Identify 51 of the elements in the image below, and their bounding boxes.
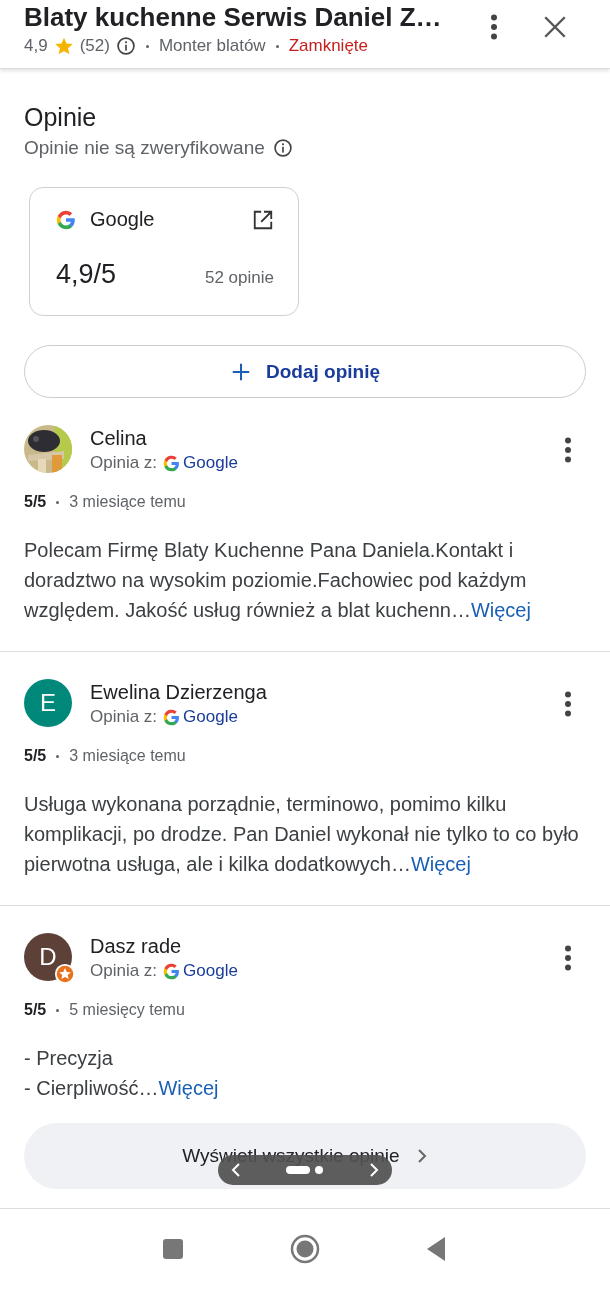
more-options-icon[interactable] — [490, 14, 498, 40]
more-link[interactable]: Więcej — [470, 599, 531, 621]
source-label: Opinia z: — [90, 707, 158, 727]
category-label: Monter blatów — [158, 35, 266, 57]
google-logo-icon — [56, 209, 76, 230]
review-text: Usługa wykonana porządnie, terminowo, pomimo kilku komplikacji, po drodze. Pan Daniel wykonał nie tylko to co było pierwotna usługa, ale i kilka dodatkowych…Więcej — [24, 792, 580, 877]
source-name: Google — [90, 208, 156, 231]
source-link[interactable]: Google — [183, 707, 238, 727]
review-count: 52 opinie — [205, 268, 274, 288]
avatar[interactable]: E — [24, 679, 72, 727]
external-link-icon[interactable] — [252, 208, 274, 231]
close-icon[interactable] — [542, 14, 568, 40]
star-icon — [53, 36, 74, 56]
google-logo-icon — [163, 708, 181, 726]
reviewer-name[interactable]: Ewelina Dzierzenga — [90, 679, 546, 705]
source-link[interactable]: Google — [183, 961, 238, 981]
home-icon[interactable] — [289, 1233, 321, 1265]
source-link[interactable]: Google — [183, 453, 238, 473]
chevron-right-icon — [415, 1148, 428, 1164]
place-title: Blaty kuchenne Serwis Daniel Z… — [24, 1, 443, 34]
reviewer-name[interactable]: Dasz rade — [90, 933, 546, 959]
info-icon[interactable] — [115, 36, 136, 56]
source-label: Opinia z: — [90, 961, 158, 981]
review-rating: 5/5 — [24, 1001, 47, 1019]
rating-value: 4,9 — [24, 35, 48, 57]
review-count: (52) — [79, 35, 110, 57]
more-options-icon[interactable] — [564, 437, 572, 463]
review-time: 3 miesiące temu — [69, 747, 186, 765]
review-text: Polecam Firmę Blaty Kuchenne Pana Daniela.Kontakt i doradztwo na wysokim poziomie.Fachowiec pod każdym względem. Jakość usług również a blat kuchenn…Więcej — [24, 538, 532, 623]
rating-score: 4,9/5 — [56, 259, 117, 290]
section-subtitle: Opinie nie są zweryfikowane — [24, 137, 265, 159]
status-label: Zamknięte — [288, 35, 369, 57]
review-text: - Precyzja - Cierpliwość…Więcej — [24, 1046, 220, 1101]
review-rating: 5/5 — [24, 493, 47, 511]
more-link[interactable]: Więcej — [410, 853, 471, 875]
info-icon[interactable] — [272, 138, 293, 158]
more-link[interactable]: Więcej — [158, 1077, 219, 1099]
more-options-icon[interactable] — [564, 945, 572, 971]
reviewer-name[interactable]: Celina — [90, 425, 546, 451]
source-label: Opinia z: — [90, 453, 158, 473]
review-time: 3 miesiące temu — [69, 493, 186, 511]
add-review-button[interactable]: Dodaj opinię — [24, 345, 586, 398]
review-rating: 5/5 — [24, 747, 47, 765]
more-options-icon[interactable] — [564, 691, 572, 717]
review-time: 5 miesięcy temu — [69, 1001, 185, 1019]
page-indicator-icon — [286, 1165, 324, 1175]
rating-source-card[interactable]: Google 4,9/5 52 opinie — [29, 187, 299, 316]
avatar[interactable]: D — [24, 933, 72, 981]
google-logo-icon — [163, 454, 181, 472]
google-logo-icon — [163, 962, 181, 980]
section-title: Opinie — [24, 102, 98, 133]
